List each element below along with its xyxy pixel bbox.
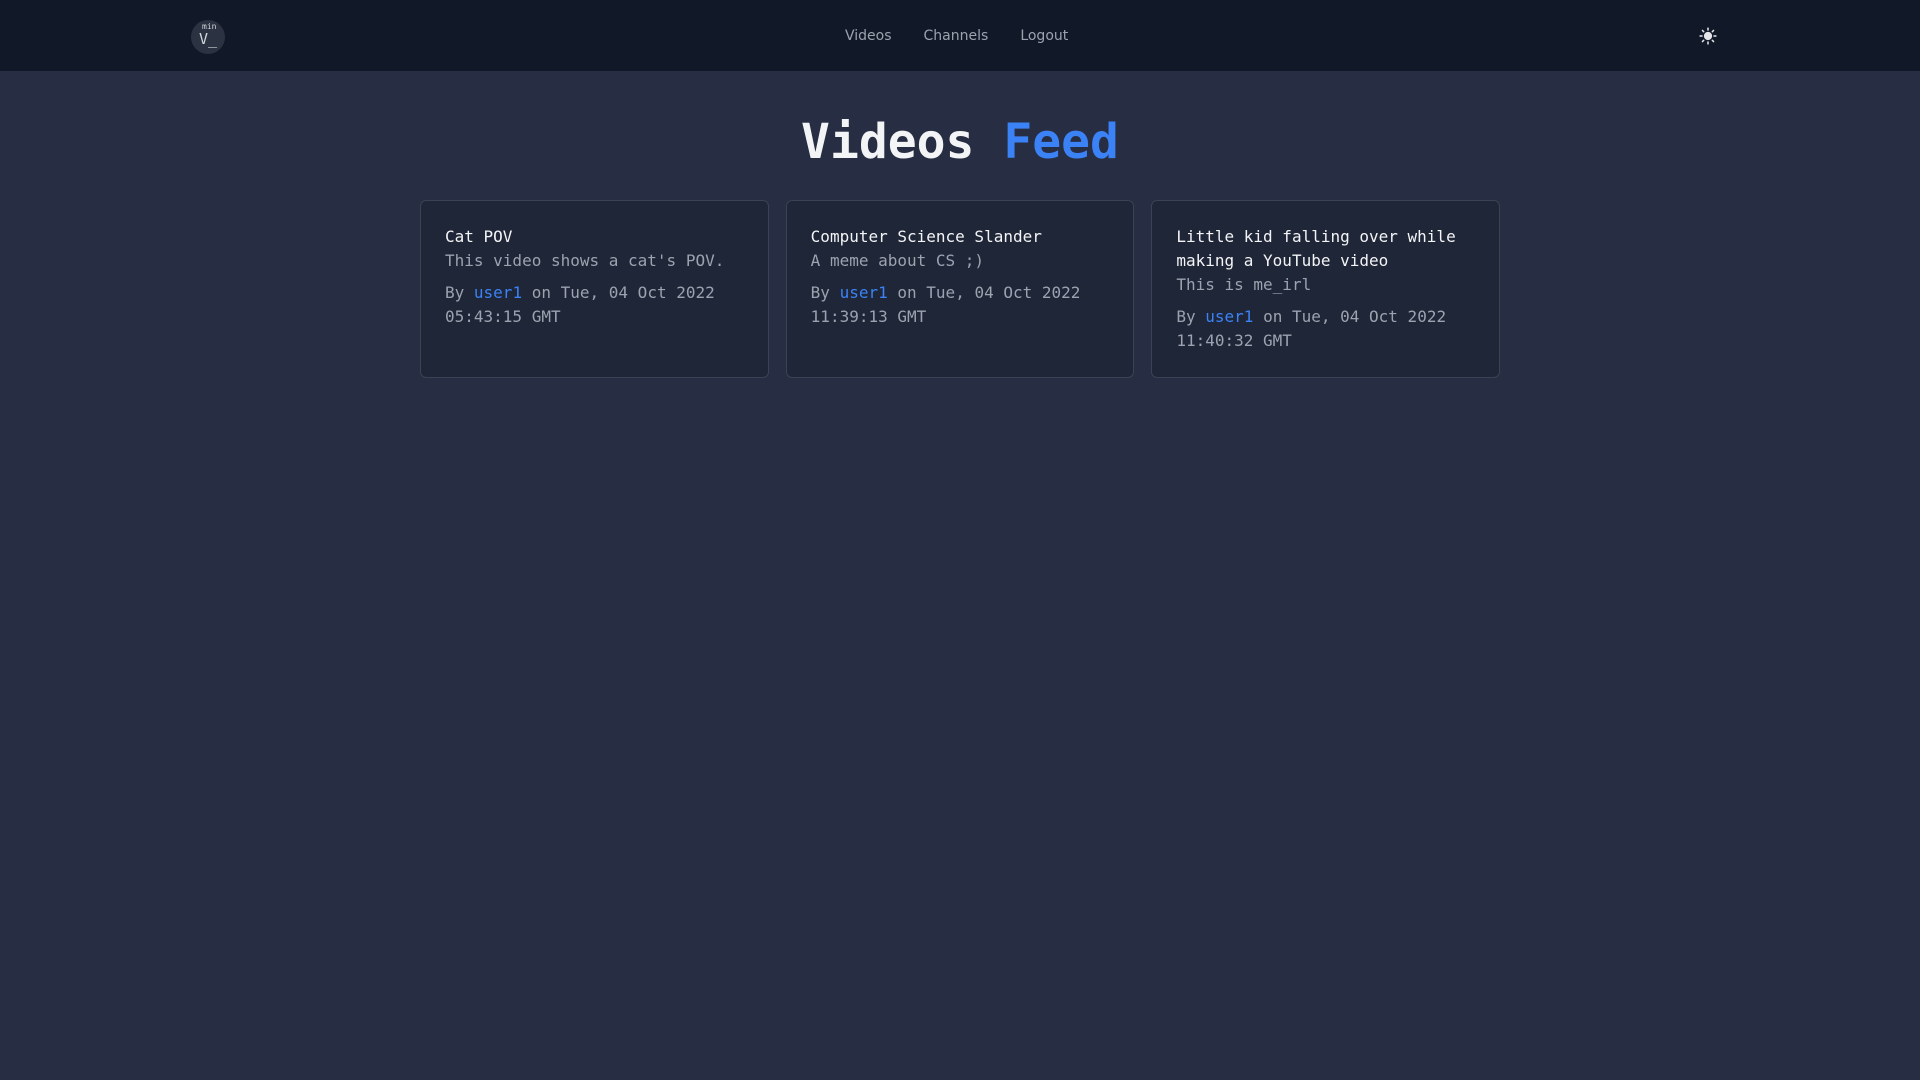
theme-toggle-button[interactable] bbox=[1697, 25, 1719, 47]
nav-link-logout[interactable]: Logout bbox=[1020, 25, 1068, 47]
video-meta: By user1 on Tue, 04 Oct 2022 05:43:15 GM… bbox=[445, 281, 744, 329]
logo-main: V_ bbox=[199, 30, 218, 48]
video-title: Computer Science Slander bbox=[810, 227, 1042, 246]
nav-link-channels[interactable]: Channels bbox=[924, 25, 989, 47]
nav-links: Videos Channels Logout bbox=[845, 25, 1068, 47]
video-card[interactable]: Computer Science Slander A meme about CS… bbox=[785, 200, 1135, 378]
video-by: By bbox=[445, 283, 465, 302]
video-title: Little kid falling over while making a Y… bbox=[1176, 227, 1456, 270]
video-by: By bbox=[1176, 307, 1196, 326]
sun-icon bbox=[1699, 27, 1717, 45]
video-feed: Cat POV This video shows a cat's POV. By… bbox=[420, 200, 1501, 378]
video-title: Cat POV bbox=[445, 227, 513, 246]
video-description: This video shows a cat's POV. bbox=[445, 251, 725, 270]
video-card[interactable]: Little kid falling over while making a Y… bbox=[1151, 200, 1501, 378]
logo[interactable]: min V_ bbox=[191, 20, 225, 54]
video-meta: By user1 on Tue, 04 Oct 2022 11:40:32 GM… bbox=[1176, 305, 1475, 353]
video-author-link[interactable]: user1 bbox=[1205, 307, 1253, 326]
page-title: Videos Feed bbox=[0, 112, 1920, 172]
page-title-main: Videos bbox=[801, 114, 975, 170]
video-card[interactable]: Cat POV This video shows a cat's POV. By… bbox=[420, 200, 769, 378]
video-by: By bbox=[810, 283, 830, 302]
video-author-link[interactable]: user1 bbox=[840, 283, 888, 302]
video-meta: By user1 on Tue, 04 Oct 2022 11:39:13 GM… bbox=[811, 281, 1110, 329]
navbar: min V_ Videos Channels Logout bbox=[0, 0, 1920, 71]
page-title-accent: Feed bbox=[1003, 114, 1119, 170]
nav-link-videos[interactable]: Videos bbox=[845, 25, 892, 47]
video-author-link[interactable]: user1 bbox=[474, 283, 522, 302]
video-description: A meme about CS ;) bbox=[810, 251, 985, 270]
video-description: This is me_irl bbox=[1176, 275, 1312, 294]
